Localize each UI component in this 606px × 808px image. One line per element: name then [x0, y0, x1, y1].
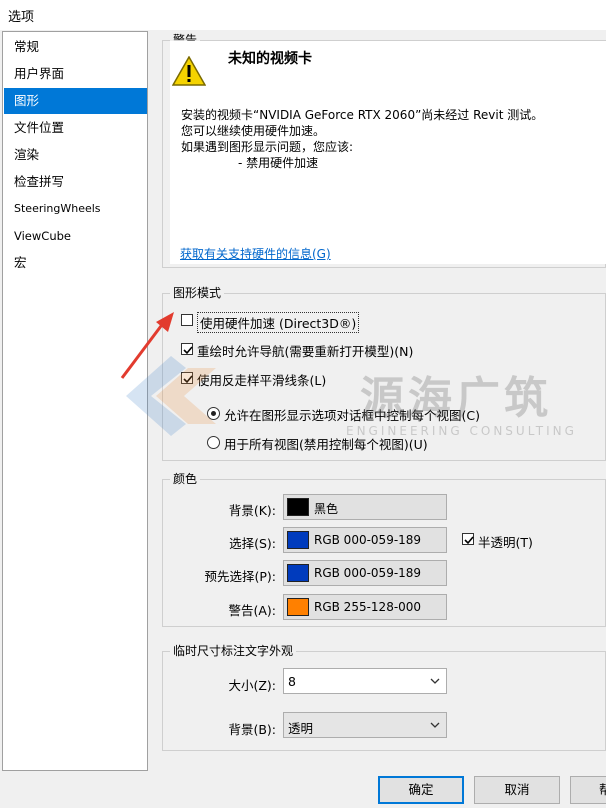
warning-line-4: - 禁用硬件加速	[238, 156, 319, 170]
help-button[interactable]: 帮	[570, 776, 606, 804]
semi-transparent-label[interactable]: 半透明(T)	[478, 532, 533, 551]
all-views-label[interactable]: 用于所有视图(禁用控制每个视图)(U)	[224, 434, 428, 453]
dim-size-label: 大小(Z):	[228, 678, 276, 693]
dim-background-value: 透明	[288, 721, 314, 736]
allow-per-view-radio[interactable]	[207, 407, 220, 420]
warning-line-1: 安装的视频卡“NVIDIA GeForce RTX 2060”尚未经过 Revi…	[181, 108, 544, 122]
title-bar: 选项	[0, 0, 606, 30]
hardware-accel-label[interactable]: 使用硬件加速 (Direct3D®)	[197, 312, 360, 333]
all-views-radio[interactable]	[207, 436, 220, 449]
antialias-checkbox[interactable]	[181, 372, 193, 384]
antialias-label[interactable]: 使用反走样平滑线条(L)	[197, 370, 326, 389]
dim-size-select[interactable]: 8	[283, 668, 447, 694]
red-arrow-icon	[120, 312, 174, 379]
redraw-nav-label[interactable]: 重绘时允许导航(需要重新打开模型)(N)	[197, 341, 413, 360]
sidebar: 常规 用户界面 图形 文件位置 渲染 检查拼写 SteeringWheels V…	[2, 31, 148, 771]
sidebar-item-rendering[interactable]: 渲染	[4, 142, 147, 168]
preselection-color-button[interactable]: RGB 000-059-189	[283, 560, 447, 586]
alert-color-button[interactable]: RGB 255-128-000	[283, 594, 447, 620]
sidebar-item-general[interactable]: 常规	[4, 34, 147, 60]
temp-dim-group-title: 临时尺寸标注文字外观	[170, 643, 297, 659]
ok-button[interactable]: 确定	[378, 776, 464, 804]
dim-size-value: 8	[288, 674, 296, 689]
cancel-button[interactable]: 取消	[474, 776, 560, 804]
selection-color-button[interactable]: RGB 000-059-189	[283, 527, 447, 553]
chevron-down-icon	[430, 722, 440, 728]
sidebar-item-steeringwheels[interactable]: SteeringWheels	[4, 196, 147, 222]
warning-line-2: 您可以继续使用硬件加速。	[181, 124, 326, 138]
hardware-info-link[interactable]: 获取有关支持硬件的信息(G)	[180, 245, 331, 262]
sidebar-item-graphics[interactable]: 图形	[4, 88, 147, 114]
dim-background-label: 背景(B):	[228, 722, 276, 737]
check-icon	[183, 346, 193, 355]
selection-color-label: 选择(S):	[229, 536, 276, 551]
hardware-accel-checkbox[interactable]	[181, 314, 193, 326]
preselection-color-label: 预先选择(P):	[204, 569, 276, 584]
sidebar-item-spelling[interactable]: 检查拼写	[4, 169, 147, 195]
dim-background-select[interactable]: 透明	[283, 712, 447, 738]
window-title: 选项	[8, 10, 35, 25]
colors-group-title: 颜色	[170, 471, 201, 487]
warning-icon	[172, 56, 206, 86]
alert-color-value: RGB 255-128-000	[314, 600, 422, 614]
warning-heading: 未知的视频卡	[228, 51, 312, 67]
selection-color-value: RGB 000-059-189	[314, 533, 422, 547]
background-color-swatch	[287, 498, 309, 516]
check-icon	[183, 375, 193, 384]
background-color-value: 黑色	[314, 502, 339, 516]
alert-color-swatch	[287, 598, 309, 616]
graphics-mode-group-title: 图形模式	[170, 285, 225, 301]
preselection-color-value: RGB 000-059-189	[314, 566, 422, 580]
sidebar-item-viewcube[interactable]: ViewCube	[4, 223, 147, 249]
allow-per-view-label[interactable]: 允许在图形显示选项对话框中控制每个视图(C)	[224, 405, 480, 424]
background-color-button[interactable]: 黑色	[283, 494, 447, 520]
alert-color-label: 警告(A):	[228, 603, 276, 618]
warning-line-3: 如果遇到图形显示问题，您应该:	[181, 140, 354, 154]
selection-color-swatch	[287, 531, 309, 549]
semi-transparent-checkbox[interactable]	[462, 533, 474, 545]
redraw-nav-checkbox[interactable]	[181, 343, 193, 355]
sidebar-item-file-locations[interactable]: 文件位置	[4, 115, 147, 141]
chevron-down-icon	[430, 678, 440, 684]
preselection-color-swatch	[287, 564, 309, 582]
background-color-label: 背景(K):	[228, 503, 276, 518]
sidebar-item-macros[interactable]: 宏	[4, 250, 147, 276]
check-icon	[464, 536, 474, 545]
sidebar-item-user-interface[interactable]: 用户界面	[4, 61, 147, 87]
